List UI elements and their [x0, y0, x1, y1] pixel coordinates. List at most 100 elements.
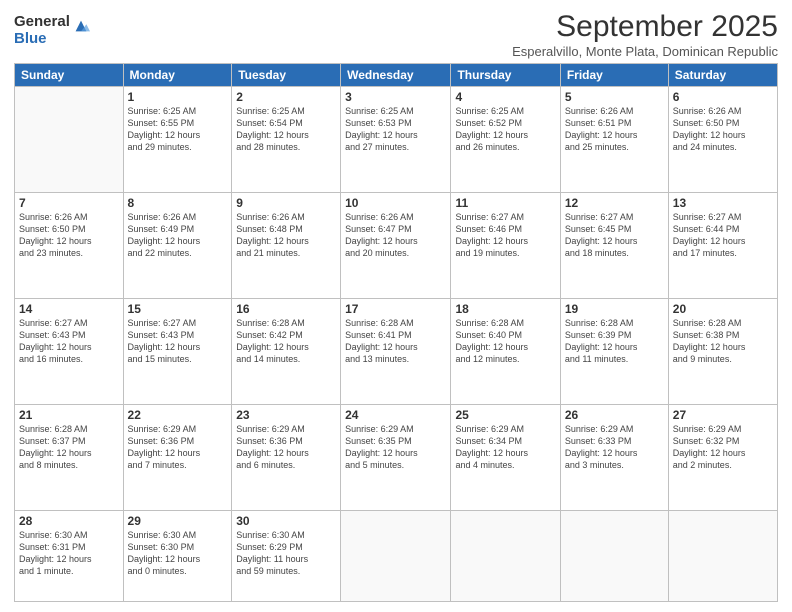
title-block: September 2025 Esperalvillo, Monte Plata…	[512, 10, 778, 59]
day-info: Sunrise: 6:29 AM Sunset: 6:34 PM Dayligh…	[455, 423, 555, 472]
day-number: 13	[673, 196, 773, 210]
day-info: Sunrise: 6:26 AM Sunset: 6:51 PM Dayligh…	[565, 105, 664, 154]
day-cell	[15, 87, 124, 193]
day-number: 20	[673, 302, 773, 316]
day-info: Sunrise: 6:25 AM Sunset: 6:52 PM Dayligh…	[455, 105, 555, 154]
day-info: Sunrise: 6:29 AM Sunset: 6:35 PM Dayligh…	[345, 423, 446, 472]
day-number: 12	[565, 196, 664, 210]
day-number: 24	[345, 408, 446, 422]
week-row-4: 21Sunrise: 6:28 AM Sunset: 6:37 PM Dayli…	[15, 404, 778, 510]
day-info: Sunrise: 6:29 AM Sunset: 6:32 PM Dayligh…	[673, 423, 773, 472]
day-cell: 2Sunrise: 6:25 AM Sunset: 6:54 PM Daylig…	[232, 87, 341, 193]
day-cell	[451, 510, 560, 601]
day-cell: 29Sunrise: 6:30 AM Sunset: 6:30 PM Dayli…	[123, 510, 232, 601]
day-cell: 14Sunrise: 6:27 AM Sunset: 6:43 PM Dayli…	[15, 298, 124, 404]
day-number: 3	[345, 90, 446, 104]
day-cell: 8Sunrise: 6:26 AM Sunset: 6:49 PM Daylig…	[123, 192, 232, 298]
day-cell: 11Sunrise: 6:27 AM Sunset: 6:46 PM Dayli…	[451, 192, 560, 298]
day-cell: 16Sunrise: 6:28 AM Sunset: 6:42 PM Dayli…	[232, 298, 341, 404]
day-number: 23	[236, 408, 336, 422]
day-cell: 6Sunrise: 6:26 AM Sunset: 6:50 PM Daylig…	[668, 87, 777, 193]
day-number: 28	[19, 514, 119, 528]
day-number: 14	[19, 302, 119, 316]
day-number: 25	[455, 408, 555, 422]
day-cell: 24Sunrise: 6:29 AM Sunset: 6:35 PM Dayli…	[341, 404, 451, 510]
day-info: Sunrise: 6:27 AM Sunset: 6:43 PM Dayligh…	[19, 317, 119, 366]
day-number: 22	[128, 408, 228, 422]
day-number: 19	[565, 302, 664, 316]
day-cell: 3Sunrise: 6:25 AM Sunset: 6:53 PM Daylig…	[341, 87, 451, 193]
day-info: Sunrise: 6:26 AM Sunset: 6:49 PM Dayligh…	[128, 211, 228, 260]
day-number: 26	[565, 408, 664, 422]
day-cell: 15Sunrise: 6:27 AM Sunset: 6:43 PM Dayli…	[123, 298, 232, 404]
day-cell: 30Sunrise: 6:30 AM Sunset: 6:29 PM Dayli…	[232, 510, 341, 601]
header: General Blue September 2025 Esperalvillo…	[14, 10, 778, 59]
day-cell: 9Sunrise: 6:26 AM Sunset: 6:48 PM Daylig…	[232, 192, 341, 298]
day-cell: 1Sunrise: 6:25 AM Sunset: 6:55 PM Daylig…	[123, 87, 232, 193]
week-row-2: 7Sunrise: 6:26 AM Sunset: 6:50 PM Daylig…	[15, 192, 778, 298]
day-cell	[668, 510, 777, 601]
day-number: 4	[455, 90, 555, 104]
day-cell: 28Sunrise: 6:30 AM Sunset: 6:31 PM Dayli…	[15, 510, 124, 601]
day-info: Sunrise: 6:26 AM Sunset: 6:48 PM Dayligh…	[236, 211, 336, 260]
day-number: 7	[19, 196, 119, 210]
day-cell: 20Sunrise: 6:28 AM Sunset: 6:38 PM Dayli…	[668, 298, 777, 404]
day-number: 16	[236, 302, 336, 316]
day-info: Sunrise: 6:28 AM Sunset: 6:42 PM Dayligh…	[236, 317, 336, 366]
day-info: Sunrise: 6:27 AM Sunset: 6:46 PM Dayligh…	[455, 211, 555, 260]
day-info: Sunrise: 6:27 AM Sunset: 6:43 PM Dayligh…	[128, 317, 228, 366]
weekday-header-sunday: Sunday	[15, 64, 124, 87]
month-title: September 2025	[512, 10, 778, 44]
day-cell: 23Sunrise: 6:29 AM Sunset: 6:36 PM Dayli…	[232, 404, 341, 510]
logo-icon	[72, 17, 90, 35]
weekday-header-wednesday: Wednesday	[341, 64, 451, 87]
day-number: 6	[673, 90, 773, 104]
week-row-5: 28Sunrise: 6:30 AM Sunset: 6:31 PM Dayli…	[15, 510, 778, 601]
weekday-header-monday: Monday	[123, 64, 232, 87]
day-number: 18	[455, 302, 555, 316]
day-info: Sunrise: 6:26 AM Sunset: 6:47 PM Dayligh…	[345, 211, 446, 260]
day-info: Sunrise: 6:28 AM Sunset: 6:38 PM Dayligh…	[673, 317, 773, 366]
logo-blue-text: Blue	[14, 31, 70, 48]
day-info: Sunrise: 6:28 AM Sunset: 6:39 PM Dayligh…	[565, 317, 664, 366]
day-number: 27	[673, 408, 773, 422]
day-cell: 19Sunrise: 6:28 AM Sunset: 6:39 PM Dayli…	[560, 298, 668, 404]
day-number: 2	[236, 90, 336, 104]
day-info: Sunrise: 6:27 AM Sunset: 6:44 PM Dayligh…	[673, 211, 773, 260]
calendar-table: SundayMondayTuesdayWednesdayThursdayFrid…	[14, 63, 778, 602]
day-number: 9	[236, 196, 336, 210]
day-cell	[560, 510, 668, 601]
day-number: 5	[565, 90, 664, 104]
weekday-header-friday: Friday	[560, 64, 668, 87]
location-subtitle: Esperalvillo, Monte Plata, Dominican Rep…	[512, 44, 778, 59]
day-info: Sunrise: 6:25 AM Sunset: 6:53 PM Dayligh…	[345, 105, 446, 154]
day-number: 11	[455, 196, 555, 210]
weekday-header-thursday: Thursday	[451, 64, 560, 87]
day-number: 10	[345, 196, 446, 210]
day-info: Sunrise: 6:26 AM Sunset: 6:50 PM Dayligh…	[19, 211, 119, 260]
day-number: 30	[236, 514, 336, 528]
logo-general-text: General	[14, 14, 70, 31]
week-row-3: 14Sunrise: 6:27 AM Sunset: 6:43 PM Dayli…	[15, 298, 778, 404]
day-cell: 7Sunrise: 6:26 AM Sunset: 6:50 PM Daylig…	[15, 192, 124, 298]
day-info: Sunrise: 6:30 AM Sunset: 6:29 PM Dayligh…	[236, 529, 336, 578]
day-info: Sunrise: 6:27 AM Sunset: 6:45 PM Dayligh…	[565, 211, 664, 260]
day-cell: 12Sunrise: 6:27 AM Sunset: 6:45 PM Dayli…	[560, 192, 668, 298]
day-cell	[341, 510, 451, 601]
weekday-header-row: SundayMondayTuesdayWednesdayThursdayFrid…	[15, 64, 778, 87]
day-cell: 10Sunrise: 6:26 AM Sunset: 6:47 PM Dayli…	[341, 192, 451, 298]
day-info: Sunrise: 6:29 AM Sunset: 6:36 PM Dayligh…	[236, 423, 336, 472]
day-number: 29	[128, 514, 228, 528]
weekday-header-saturday: Saturday	[668, 64, 777, 87]
day-cell: 18Sunrise: 6:28 AM Sunset: 6:40 PM Dayli…	[451, 298, 560, 404]
logo: General Blue	[14, 14, 90, 47]
day-number: 21	[19, 408, 119, 422]
day-info: Sunrise: 6:29 AM Sunset: 6:36 PM Dayligh…	[128, 423, 228, 472]
day-cell: 4Sunrise: 6:25 AM Sunset: 6:52 PM Daylig…	[451, 87, 560, 193]
day-info: Sunrise: 6:28 AM Sunset: 6:40 PM Dayligh…	[455, 317, 555, 366]
day-info: Sunrise: 6:28 AM Sunset: 6:37 PM Dayligh…	[19, 423, 119, 472]
day-number: 17	[345, 302, 446, 316]
day-info: Sunrise: 6:30 AM Sunset: 6:31 PM Dayligh…	[19, 529, 119, 578]
day-cell: 22Sunrise: 6:29 AM Sunset: 6:36 PM Dayli…	[123, 404, 232, 510]
day-number: 8	[128, 196, 228, 210]
